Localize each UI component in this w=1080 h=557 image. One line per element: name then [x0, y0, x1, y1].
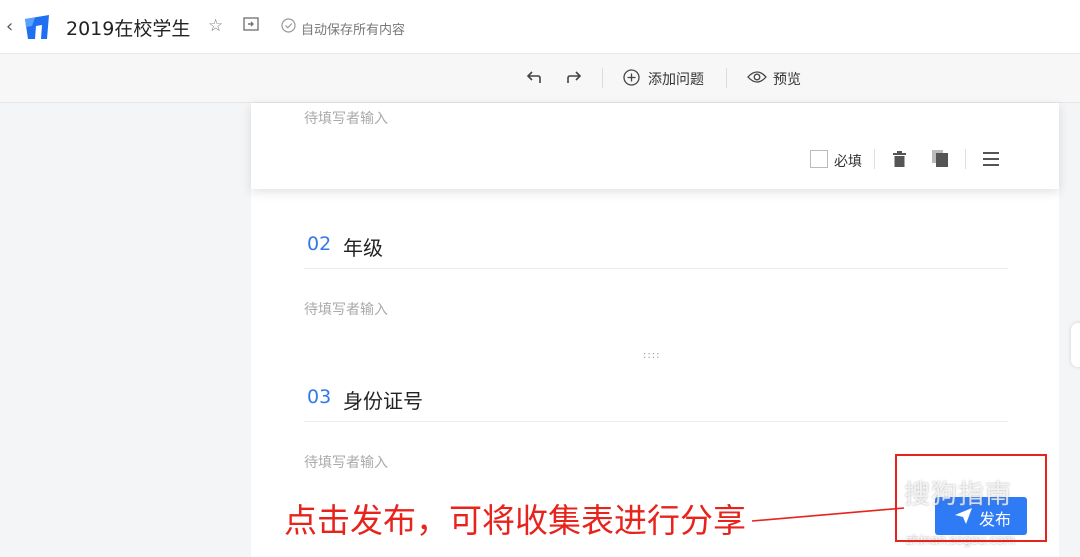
annotation-arrow	[751, 507, 905, 522]
divider	[304, 268, 1008, 269]
question-number: 02	[307, 233, 332, 255]
question-number: 03	[307, 386, 332, 408]
toolbar-divider	[726, 68, 727, 88]
annotation-highlight-box	[895, 454, 1047, 542]
check-circle-icon	[281, 18, 296, 33]
preview-button[interactable]: 预览	[773, 69, 801, 89]
question-title[interactable]: 年级	[343, 232, 383, 261]
header-bar: ‹ 2019在校学生 ☆ 自动保存所有内容	[0, 0, 1080, 54]
undo-icon[interactable]	[525, 68, 543, 86]
autosave-status: 自动保存所有内容	[301, 23, 406, 38]
required-checkbox[interactable]	[810, 150, 828, 168]
side-panel-toggle[interactable]	[1071, 323, 1080, 367]
annotation-text: 点击发布，可将收集表进行分享	[284, 501, 746, 540]
copy-icon[interactable]	[932, 150, 948, 167]
chevron-left-icon[interactable]: ‹	[6, 16, 13, 37]
menu-icon[interactable]	[983, 152, 999, 166]
answer-placeholder[interactable]: 待填写者输入	[304, 452, 388, 472]
add-question-button[interactable]: 添加问题	[648, 69, 704, 89]
drag-handle-icon[interactable]: ::::	[643, 350, 660, 361]
star-icon[interactable]: ☆	[208, 16, 223, 36]
toolbar-divider	[602, 68, 603, 88]
answer-placeholder[interactable]: 待填写者输入	[304, 299, 388, 319]
trash-icon[interactable]	[892, 151, 907, 167]
answer-placeholder[interactable]: 待填写者输入	[304, 108, 388, 128]
editor-toolbar: 添加问题 预览	[0, 54, 1080, 103]
action-divider	[874, 149, 875, 169]
app-logo[interactable]	[22, 13, 52, 41]
required-label: 必填	[834, 154, 862, 170]
question-title[interactable]: 身份证号	[343, 385, 423, 414]
document-title[interactable]: 2019在校学生	[66, 14, 190, 41]
action-divider	[965, 149, 966, 169]
add-circle-icon[interactable]	[623, 69, 640, 86]
divider	[304, 421, 1008, 422]
eye-icon[interactable]	[747, 70, 767, 84]
move-folder-icon[interactable]	[243, 17, 259, 31]
redo-icon[interactable]	[565, 68, 583, 86]
